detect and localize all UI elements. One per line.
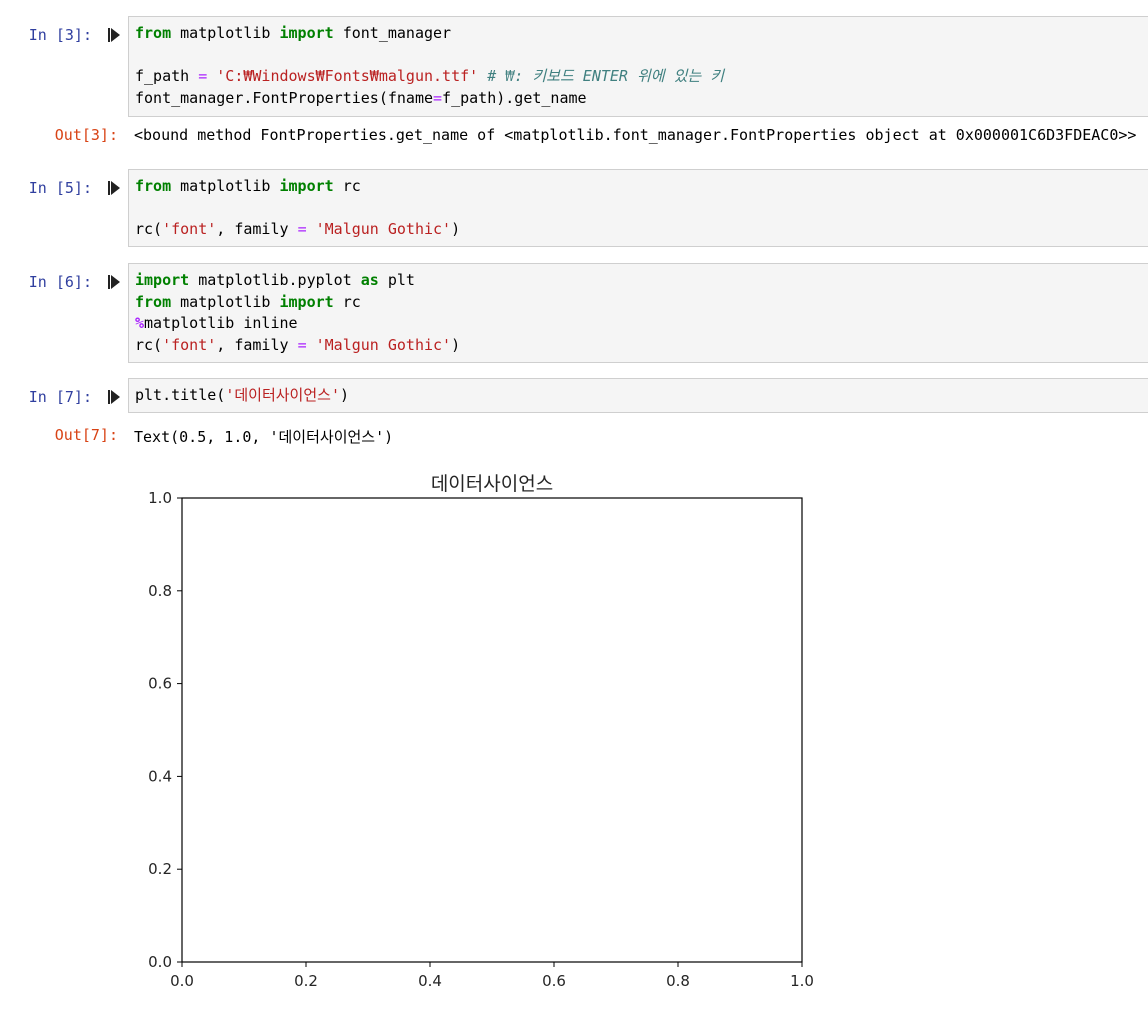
y-tick-label: 0.6	[148, 675, 172, 693]
code-token: rc(	[135, 220, 163, 238]
code-token-kw: as	[360, 271, 379, 289]
code-token: rc	[333, 292, 361, 311]
code-token-str: 'Malgun Gothic'	[315, 220, 452, 238]
code-token: rc	[333, 177, 361, 195]
axes-frame	[181, 497, 803, 963]
x-tick-label: 0.8	[666, 972, 690, 990]
code-token: , family	[216, 335, 298, 354]
code-token-kw: from	[135, 292, 172, 311]
code-line: f_path = 'C:₩Windows₩Fonts₩malgun.ttf' #…	[135, 66, 724, 88]
code-token-str: 'font'	[162, 220, 217, 238]
code-token: font_manager	[333, 24, 452, 42]
y-tick-label: 1.0	[148, 489, 172, 507]
code-token: , family	[216, 220, 298, 238]
code-line: from matplotlib import rc	[135, 292, 460, 314]
code-token-kw: from	[135, 24, 172, 42]
code-editor[interactable]: import matplotlib.pyplot as plt from matp…	[128, 263, 1148, 363]
code-token-str: 'C:₩Windows₩Fonts₩malgun.ttf'	[216, 67, 479, 85]
x-tick-label: 0.6	[542, 972, 566, 990]
code-token: matplotlib	[171, 292, 280, 311]
run-cell-icon[interactable]	[106, 27, 122, 43]
y-tick-label: 0.4	[148, 767, 172, 785]
code-line: from matplotlib import rc	[135, 176, 460, 198]
code-editor[interactable]: from matplotlib import rc rc('font', fami…	[128, 169, 1148, 247]
code-text[interactable]: from matplotlib import font_manager f_pat…	[135, 23, 724, 109]
code-token-str: 'Malgun Gothic'	[315, 335, 452, 354]
code-token: plt.title(	[135, 386, 226, 404]
code-line: font_manager.FontProperties(fname=f_path…	[135, 88, 724, 110]
input-prompt: In [5]:	[28, 179, 92, 197]
code-token-magic: %	[135, 314, 145, 332]
axes: 0.0 0.2 0.4 0.6 0.8 1.0 0.0 0.2 0.4 0.6 0.8 1.0	[148, 489, 814, 990]
output-prompt: Out[7]:	[54, 426, 118, 444]
code-line: from matplotlib import font_manager	[135, 23, 724, 45]
code-line: %matplotlib inline	[135, 313, 460, 335]
code-token: matplotlib inline	[144, 314, 298, 332]
output-prompt: Out[3]:	[54, 126, 118, 144]
chart-title: 데이터사이언스	[431, 473, 553, 495]
code-token: rc(	[135, 335, 163, 354]
code-token: plt	[378, 271, 415, 289]
code-token: matplotlib	[171, 24, 280, 42]
code-token-op: =	[297, 335, 307, 354]
code-token-op: =	[297, 220, 307, 238]
code-token: font_manager.FontProperties(fname	[135, 88, 434, 107]
x-tick-label: 0.2	[294, 972, 318, 990]
input-prompt: In [3]:	[28, 26, 92, 44]
x-tick-label: 0.4	[418, 972, 442, 990]
code-token-str: 'font'	[162, 335, 217, 354]
code-text[interactable]: from matplotlib import rc rc('font', fami…	[135, 176, 460, 241]
code-token-str: '데이터사이언스'	[225, 386, 340, 404]
code-token-com: # ₩: 키보드 ENTER 위에 있는 키	[487, 67, 725, 85]
code-token: )	[451, 335, 461, 354]
code-token: )	[451, 220, 461, 238]
code-token: )	[339, 386, 350, 404]
input-prompt: In [6]:	[28, 273, 92, 291]
code-editor[interactable]: from matplotlib import font_manager f_pat…	[128, 16, 1148, 117]
y-tick-label: 0.8	[148, 582, 172, 600]
input-prompt: In [7]:	[28, 388, 92, 406]
run-cell-icon[interactable]	[106, 180, 122, 196]
cell-output: <bound method FontProperties.get_name of…	[134, 126, 1137, 144]
code-line: plt.title('데이터사이언스')	[135, 385, 349, 407]
code-token-kw: import	[135, 271, 190, 289]
plot-figure: 데이터사이언스 0.0 0.2 0.4 0.6 0.8 1.00.00.20.40.60.…	[148, 473, 814, 990]
code-line: import matplotlib.pyplot as plt	[135, 270, 460, 292]
code-token-kw: import	[279, 292, 334, 311]
cell-output: Text(0.5, 1.0, '데이터사이언스')	[134, 428, 394, 446]
code-line: rc('font', family = 'Malgun Gothic')	[135, 335, 460, 357]
code-token-kw: import	[279, 177, 334, 195]
code-token-kw: import	[279, 24, 334, 42]
code-token-op: =	[433, 88, 443, 107]
run-cell-icon[interactable]	[106, 389, 122, 405]
code-token: f_path	[135, 67, 199, 85]
code-token: matplotlib	[171, 177, 280, 195]
code-text[interactable]: plt.title('데이터사이언스')	[135, 385, 349, 407]
y-tick-label: 0.0	[148, 953, 172, 971]
x-tick-label: 1.0	[790, 972, 814, 990]
code-text[interactable]: import matplotlib.pyplot as plt from matp…	[135, 270, 460, 356]
code-token-op: =	[198, 67, 208, 85]
code-token-kw: from	[135, 177, 172, 195]
code-line: rc('font', family = 'Malgun Gothic')	[135, 219, 460, 241]
x-tick-label: 0.0	[170, 972, 194, 990]
run-cell-icon[interactable]	[106, 274, 122, 290]
code-token: matplotlib.pyplot	[189, 271, 361, 289]
code-editor[interactable]: plt.title('데이터사이언스')	[128, 378, 1148, 413]
code-token: f_path).get_name	[442, 88, 587, 107]
y-tick-label: 0.2	[148, 860, 172, 878]
